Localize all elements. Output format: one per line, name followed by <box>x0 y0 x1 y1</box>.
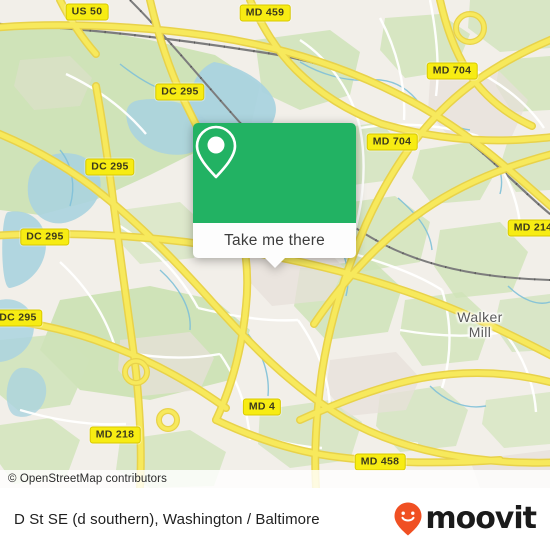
popup-icon-area <box>193 123 356 223</box>
map-pin-icon <box>195 125 237 179</box>
location-popup-card[interactable]: Take me there <box>193 123 356 268</box>
road-shield[interactable]: DC 295 <box>0 309 43 327</box>
take-me-there-label: Take me there <box>224 231 325 249</box>
road-shield[interactable]: MD 704 <box>366 133 418 151</box>
road-shield[interactable]: MD 704 <box>426 62 478 80</box>
road-shield[interactable]: DC 295 <box>155 83 205 101</box>
take-me-there-button[interactable]: Take me there <box>193 223 356 258</box>
moovit-map-screenshot: US 50 MD 459 MD 704 DC 295 MD 704 DC 295… <box>0 0 550 550</box>
road-shield[interactable]: DC 295 <box>20 228 70 246</box>
road-shield[interactable]: MD 214 <box>507 219 550 237</box>
moovit-logo[interactable]: moovit <box>393 501 537 537</box>
road-shield[interactable]: MD 459 <box>239 4 291 22</box>
location-title: D St SE (d southern), Washington / Balti… <box>14 510 320 528</box>
road-shield[interactable]: MD 458 <box>354 453 406 471</box>
popup-tail <box>263 257 286 268</box>
map-canvas[interactable]: US 50 MD 459 MD 704 DC 295 MD 704 DC 295… <box>0 0 550 488</box>
road-shield[interactable]: MD 218 <box>89 426 141 444</box>
moovit-wordmark: moovit <box>425 501 537 536</box>
road-shield[interactable]: US 50 <box>65 3 109 21</box>
attribution-text[interactable]: © OpenStreetMap contributors <box>8 473 167 485</box>
footer-bar: D St SE (d southern), Washington / Balti… <box>0 488 550 550</box>
road-shield[interactable]: DC 295 <box>85 158 135 176</box>
road-shield[interactable]: MD 4 <box>242 398 282 416</box>
moovit-pin-smile-icon <box>394 502 422 536</box>
map-attribution-bar: © OpenStreetMap contributors <box>0 470 550 488</box>
